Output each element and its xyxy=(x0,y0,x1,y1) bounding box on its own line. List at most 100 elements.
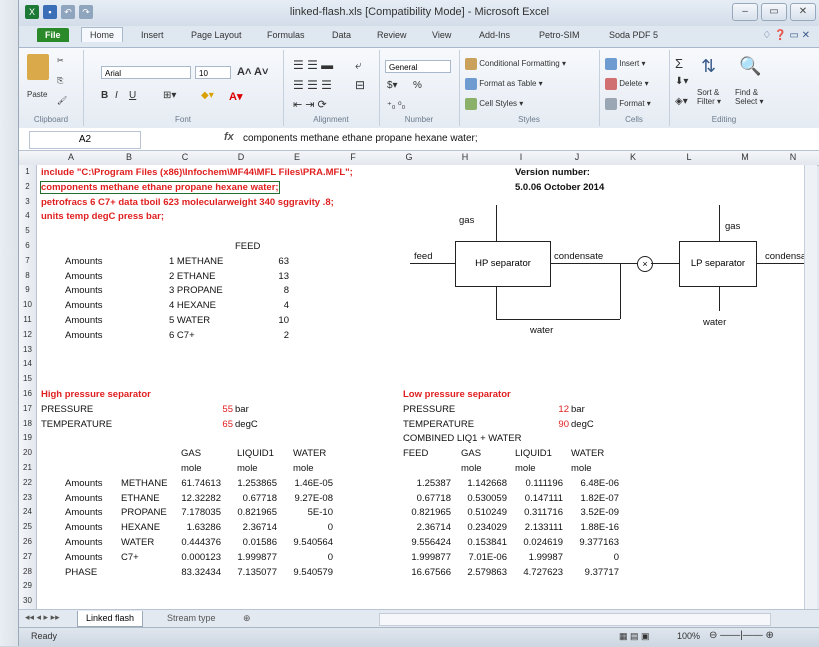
version-value[interactable]: 5.0.06 October 2014 xyxy=(515,182,604,193)
worksheet-grid[interactable]: include "C:\Program Files (x86)\Infochem… xyxy=(37,165,817,609)
hp-row-label[interactable]: Amounts xyxy=(65,478,103,489)
format-painter-icon[interactable]: 🖌 xyxy=(57,96,67,105)
version-label[interactable]: Version number: xyxy=(515,167,590,178)
find-select-button[interactable]: Find & Select ▾ xyxy=(735,88,771,106)
align-left-icon[interactable]: ☰ ☰ ☰ xyxy=(293,78,332,92)
row-header[interactable]: 4 xyxy=(19,211,36,220)
row-header[interactable]: 14 xyxy=(19,359,36,368)
help-icon[interactable]: ♢ ❓ ▭ ✕ xyxy=(762,30,810,41)
lp-feed[interactable]: 9.556424 xyxy=(397,537,451,548)
lp-gas[interactable]: 0.153841 xyxy=(453,537,507,548)
hp-component[interactable]: WATER xyxy=(121,537,154,548)
tab-page-layout[interactable]: Page Layout xyxy=(191,30,242,40)
hp-temp-label[interactable]: TEMPERATURE xyxy=(41,419,112,430)
borders-icon[interactable]: ⊞▾ xyxy=(163,90,176,101)
insert-button[interactable]: Insert ▾ xyxy=(605,58,645,70)
lp-water[interactable]: 9.377163 xyxy=(565,537,619,548)
row-header[interactable]: 17 xyxy=(19,404,36,413)
lp-combined-label[interactable]: COMBINED LIQ1 + WATER xyxy=(403,433,522,444)
sheet-nav-icon[interactable]: ◂◂ ◂ ▸ ▸▸ xyxy=(25,612,60,623)
tab-soda-pdf[interactable]: Soda PDF 5 xyxy=(609,30,658,40)
row-header[interactable]: 24 xyxy=(19,507,36,516)
lp-gas[interactable]: 0.234029 xyxy=(453,522,507,533)
format-button[interactable]: Format ▾ xyxy=(605,98,651,110)
row-header[interactable]: 18 xyxy=(19,419,36,428)
minimize-button[interactable]: – xyxy=(732,3,758,21)
font-color-icon[interactable]: A▾ xyxy=(229,90,242,103)
vertical-scrollbar[interactable] xyxy=(804,165,817,609)
row-header[interactable]: 27 xyxy=(19,552,36,561)
lp-gas[interactable]: 7.01E-06 xyxy=(453,552,507,563)
row-header[interactable]: 12 xyxy=(19,330,36,339)
maximize-button[interactable]: ▭ xyxy=(761,3,787,21)
hp-water[interactable]: 9.540564 xyxy=(279,537,333,548)
sheet-tab-stream-type[interactable]: Stream type xyxy=(159,611,224,626)
hp-gas[interactable]: 0.444376 xyxy=(167,537,221,548)
hp-pressure-value[interactable]: 55 xyxy=(197,404,233,415)
hp-gas[interactable]: 61.74613 xyxy=(167,478,221,489)
feed-row-label[interactable]: Amounts xyxy=(65,271,103,282)
close-button[interactable]: ✕ xyxy=(790,3,816,21)
feed-row-label[interactable]: Amounts xyxy=(65,300,103,311)
hp-pressure-unit[interactable]: bar xyxy=(235,404,249,415)
row-header[interactable]: 6 xyxy=(19,241,36,250)
merge-icon[interactable]: ⊟ xyxy=(355,78,365,92)
lp-liquid1[interactable]: 0.111196 xyxy=(509,478,563,489)
cell-script-line[interactable]: include "C:\Program Files (x86)\Infochem… xyxy=(41,167,353,178)
underline-button[interactable]: U xyxy=(129,90,136,101)
paste-button[interactable]: Paste xyxy=(27,90,47,99)
hp-gas[interactable]: 83.32434 xyxy=(167,567,221,578)
hp-liquid1[interactable]: 1.253865 xyxy=(223,478,277,489)
binoculars-icon[interactable]: 🔍 xyxy=(739,56,761,77)
lp-feed[interactable]: 1.999877 xyxy=(397,552,451,563)
hp-unit[interactable]: mole xyxy=(237,463,258,474)
feed-amount[interactable]: 8 xyxy=(247,285,289,296)
feed-amount[interactable]: 10 xyxy=(247,315,289,326)
column-header[interactable]: A xyxy=(41,152,101,162)
row-header[interactable]: 10 xyxy=(19,300,36,309)
horizontal-scrollbar[interactable] xyxy=(379,613,771,626)
hp-water[interactable]: 9.27E-08 xyxy=(279,493,333,504)
row-header[interactable]: 30 xyxy=(19,596,36,605)
hp-unit[interactable]: mole xyxy=(293,463,314,474)
hp-title[interactable]: High pressure separator xyxy=(41,389,151,400)
column-header[interactable]: F xyxy=(325,152,381,162)
tab-review[interactable]: Review xyxy=(377,30,407,40)
column-header[interactable]: M xyxy=(717,152,773,162)
feed-component[interactable]: 1 METHANE xyxy=(169,256,223,267)
row-header[interactable]: 25 xyxy=(19,522,36,531)
lp-water[interactable]: 1.88E-16 xyxy=(565,522,619,533)
hp-pressure-label[interactable]: PRESSURE xyxy=(41,404,93,415)
paste-icon[interactable] xyxy=(27,54,49,80)
hp-component[interactable]: HEXANE xyxy=(121,522,160,533)
row-header[interactable]: 5 xyxy=(19,226,36,235)
row-header[interactable]: 9 xyxy=(19,285,36,294)
hp-component[interactable]: METHANE xyxy=(121,478,167,489)
tab-add-ins[interactable]: Add-Ins xyxy=(479,30,510,40)
lp-water[interactable]: 3.52E-09 xyxy=(565,507,619,518)
hp-row-label[interactable]: Amounts xyxy=(65,493,103,504)
lp-unit[interactable]: mole xyxy=(571,463,592,474)
hp-gas[interactable]: 1.63286 xyxy=(167,522,221,533)
lp-feed[interactable]: 0.821965 xyxy=(397,507,451,518)
hp-gas[interactable]: 7.178035 xyxy=(167,507,221,518)
sort-filter-button[interactable]: Sort & Filter ▾ xyxy=(697,88,731,106)
feed-component[interactable]: 3 PROPANE xyxy=(169,285,223,296)
lp-liquid1[interactable]: 0.147111 xyxy=(509,493,563,504)
hp-liquid1[interactable]: 1.999877 xyxy=(223,552,277,563)
column-header[interactable]: H xyxy=(437,152,493,162)
column-header[interactable]: B xyxy=(101,152,157,162)
column-header[interactable]: L xyxy=(661,152,717,162)
feed-row-label[interactable]: Amounts xyxy=(65,256,103,267)
hp-liquid1[interactable]: 0.821965 xyxy=(223,507,277,518)
feed-amount[interactable]: 4 xyxy=(247,300,289,311)
lp-temp-value[interactable]: 90 xyxy=(541,419,569,430)
lp-temp-label[interactable]: TEMPERATURE xyxy=(403,419,474,430)
feed-row-label[interactable]: Amounts xyxy=(65,330,103,341)
row-header[interactable]: 20 xyxy=(19,448,36,457)
lp-water[interactable]: 9.37717 xyxy=(565,567,619,578)
currency-icon[interactable]: $▾ xyxy=(387,80,398,91)
italic-button[interactable]: I xyxy=(115,90,118,101)
tab-formulas[interactable]: Formulas xyxy=(267,30,305,40)
sort-filter-icon[interactable]: ⇅ xyxy=(701,56,716,77)
